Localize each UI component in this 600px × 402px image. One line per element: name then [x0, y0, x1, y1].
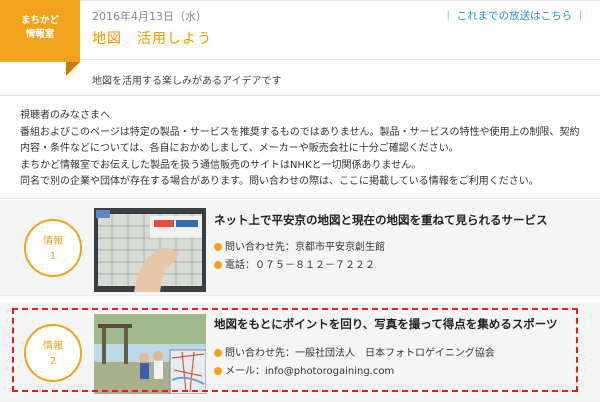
info-number-badge: 情報 2 — [24, 324, 82, 382]
info-number: 2 — [49, 356, 57, 367]
info-number: 1 — [49, 251, 57, 262]
bullet-icon — [214, 349, 222, 357]
top-border — [0, 0, 600, 1]
broadcast-date: 2016年4月13日（水） — [92, 10, 207, 23]
info-item-2: 情報 2 地図をもとにポイントを回り、写真を撮って得点を集めるスポーツ 問い合わ… — [0, 302, 600, 402]
bullet-icon — [214, 261, 222, 269]
phone-line: 電話：０７５－８１２－７２２２ — [214, 256, 375, 271]
notice-line: 視聴者のみなさまへ — [20, 110, 110, 121]
badge-fold — [66, 62, 80, 76]
notice-line: 番組およびこのページは特定の製品・サービスを推奨するものではありません。製品・サ… — [20, 126, 580, 138]
info-item-1: 情報 1 ネット上で平安京の地図と現在の地図を重ねて見られるサービス 問い合わせ… — [0, 200, 600, 296]
email-text[interactable]: メール：info@photorogaining.com — [225, 366, 394, 377]
contact-line: 問い合わせ先：京都市平安京創生館 — [214, 238, 385, 253]
contact-text: 問い合わせ先：京都市平安京創生館 — [225, 242, 385, 253]
rogaining-photo-image — [94, 314, 206, 394]
viewer-notice: 視聴者のみなさまへ 番組およびこのページは特定の製品・サービスを推奨するものでは… — [20, 108, 590, 191]
contact-line: 問い合わせ先：一般社団法人 日本フォトロゲイニング協会 — [214, 344, 495, 359]
info-title: ネット上で平安京の地図と現在の地図を重ねて見られるサービス — [214, 213, 548, 227]
notice-line: 内容・条件などについては、各自におかめしまして、メーカーや販売会社に十分ご確認く… — [20, 143, 459, 154]
email-line: メール：info@photorogaining.com — [214, 362, 394, 377]
archive-link[interactable]: ｜ これまでの放送はこちら ｜ — [443, 8, 586, 23]
info-label: 情報 — [43, 341, 63, 352]
bullet-icon — [214, 243, 222, 251]
bullet-icon — [214, 367, 222, 375]
page-description: 地図を活用する楽しみがあるアイデアです — [92, 76, 282, 87]
info-label: 情報 — [43, 236, 63, 247]
info-1-thumbnail[interactable] — [94, 208, 206, 292]
info-2-thumbnail[interactable] — [94, 314, 206, 394]
map-screen-image — [94, 208, 206, 292]
header-divider — [80, 59, 600, 60]
notice-line: 同名で別の企業や団体が存在する場合があります。問い合わせの際は、ここに掲載してい… — [20, 176, 539, 187]
corner-badge: まちかど 情報室 — [0, 0, 80, 62]
phone-text: 電話：０７５－８１２－７２２２ — [225, 260, 375, 271]
info-number-badge: 情報 1 — [24, 219, 82, 277]
contact-text: 問い合わせ先：一般社団法人 日本フォトロゲイニング協会 — [225, 348, 495, 359]
badge-line-1: まちかど — [20, 15, 59, 26]
notice-line: まちかど情報室でお伝えした製品を扱う通信販売のサイトはNHKと一切関係ありません… — [20, 159, 422, 171]
badge-line-2: 情報室 — [25, 29, 55, 40]
info-title: 地図をもとにポイントを回り、写真を撮って得点を集めるスポーツ — [214, 317, 558, 331]
page-title: 地図 活用しよう — [92, 31, 212, 47]
